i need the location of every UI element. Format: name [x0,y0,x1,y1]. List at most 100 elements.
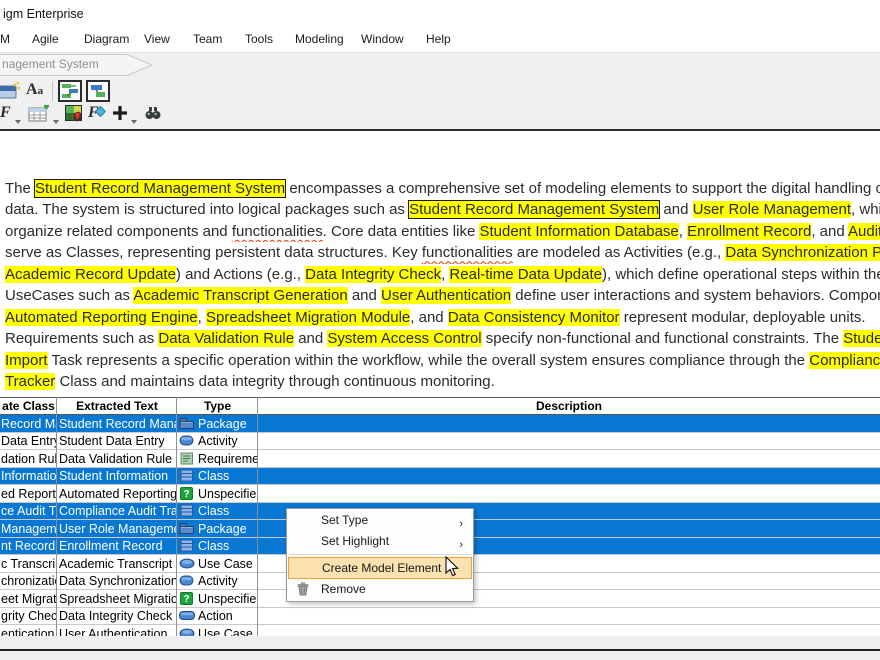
class-icon [179,469,198,483]
highlighted-term[interactable]: Academic Record Update [5,266,176,283]
type-cell: Package [179,522,257,537]
highlighted-term[interactable]: Spreadsheet Migration Module [206,309,410,326]
extracted-text-cell: Academic Transcript [59,557,176,572]
column-header-extracted-text[interactable]: Extracted Text [57,399,177,414]
type-cell: Class [179,504,257,519]
context-menu-item-set-type[interactable]: Set Type› [288,510,472,531]
highlighted-term[interactable]: Compliance Audit [809,352,880,369]
highlighted-term[interactable]: Data Synchronization Process [725,244,880,261]
menu-item-help[interactable]: Help [426,32,451,46]
add-element-icon[interactable] [112,105,128,126]
type-cell: Requirement [179,452,257,467]
paragraph-text: UseCases such as [5,287,133,304]
visual-paradigm-window: igm Enterprise M Agile Diagram View Team Tool… [0,0,880,660]
diagram-tab-label[interactable]: nagement System [2,57,99,71]
table-row[interactable]: dation RuleData Validation RuleRequireme… [0,450,880,468]
highlighted-term[interactable]: Audit Trail [848,223,880,240]
new-model-icon[interactable] [0,81,20,106]
highlighted-term[interactable]: Student Information Database [479,223,678,240]
highlighted-term[interactable]: Data Consistency Monitor [448,309,620,326]
add-element-dropdown-icon[interactable] [130,112,138,130]
highlighted-term[interactable]: User Role Management [693,201,851,218]
table-add-icon[interactable] [28,105,50,128]
type-label: Activity [198,434,238,448]
highlighted-term[interactable]: Import [5,352,48,369]
paragraph-text: ) and Actions (e.g., [176,266,305,283]
column-header-description[interactable]: Description [258,399,880,414]
context-menu-item-remove[interactable]: Remove [288,579,472,600]
table-row[interactable]: Data EntryStudent Data EntryActivity [0,433,880,451]
highlighted-term[interactable]: System Access Control [327,330,481,347]
paragraph-text: encompasses a comprehensive set of model… [285,180,880,197]
context-menu-item-set-highlight[interactable]: Set Highlight› [288,531,472,552]
find-icon[interactable] [144,105,162,126]
font-style-dropdown-icon[interactable] [14,112,22,130]
package-icon [179,522,198,536]
menu-item-m[interactable]: M [0,32,10,46]
paragraph-line: data. The system is structured into logi… [5,199,880,220]
action-icon [179,609,198,623]
extracted-text-cell: Data Integrity Check [59,609,176,624]
menu-item-window[interactable]: Window [361,32,404,46]
diagram-overview-icon[interactable] [86,80,110,107]
highlighted-term[interactable]: Academic Transcript Generation [133,287,347,304]
paragraph-line: Tracker Class and maintains data integri… [5,371,880,392]
table-row[interactable]: InformatioStudent InformationClass [0,468,880,486]
highlighted-term[interactable]: User Authentication [381,287,511,304]
extracted-text-cell: Student Information [59,469,176,484]
extracted-text-cell: Student Record Mana [59,417,176,432]
submenu-arrow-icon: › [459,535,463,556]
menu-item-modeling[interactable]: Modeling [295,32,344,46]
type-label: Class [198,504,229,518]
font-icon[interactable]: Aa [26,81,43,99]
extracted-text-cell: User Authentication [59,627,176,637]
type-cell: Action [179,609,257,624]
column-divider [176,397,177,636]
highlighted-term[interactable]: Student Data [843,330,880,347]
model-transitor-icon[interactable] [58,80,82,107]
candidate-class-cell: dation Rule [1,452,56,467]
table-row[interactable]: enticationUser AuthenticationUse Case [0,625,880,636]
paragraph-text: Requirements such as [5,330,158,347]
column-header-type[interactable]: Type [177,399,258,414]
highlighted-term[interactable]: Data Validation Rule [158,330,294,347]
title-bar: igm Enterprise [0,0,880,27]
column-header-ate-class[interactable]: ate Class [0,399,57,414]
requirement-icon [179,452,198,466]
paragraph-text: specify non-functional and functional co… [482,330,844,347]
highlighted-term[interactable]: Data Integrity Check [305,266,441,283]
paragraph-line: Automated Reporting Engine, Spreadsheet … [5,307,880,328]
table-row[interactable]: Record MaStudent Record ManaPackage [0,415,880,433]
type-cell: Package [179,417,257,432]
color-palette-icon[interactable] [64,104,84,128]
menu-item-tools[interactable]: Tools [245,32,273,46]
highlighted-term[interactable]: Real-time Data Update [449,266,602,283]
type-cell: ? Unspecified [179,487,257,502]
highlighted-term-selected[interactable]: Student Record Management System [409,201,659,218]
column-divider [56,397,57,636]
paragraph-line: serve as Classes, representing persisten… [5,242,880,263]
table-add-dropdown-icon[interactable] [52,112,60,130]
highlighted-term[interactable]: Automated Reporting Engine [5,309,198,326]
menu-bar: M Agile Diagram View Team Tools Modeling Window… [0,27,880,53]
table-row[interactable]: ed ReportiAutomated Reporting?Unspecifie… [0,485,880,503]
menu-item-team[interactable]: Team [193,32,222,46]
menu-item-view[interactable]: View [144,32,170,46]
column-divider [257,397,258,636]
font-style-icon[interactable]: F [0,104,11,122]
type-label: Use Case [198,627,253,637]
paragraph-text: represent modular, deployable units. [620,309,866,326]
type-label: Unspecified [198,487,257,501]
menu-item-agile[interactable]: Agile [32,32,59,46]
svg-text:?: ? [183,489,189,500]
menu-separator [289,554,471,555]
paragraph-text: . Core data entities like [323,223,480,240]
highlighted-term[interactable]: Enrollment Record [687,223,811,240]
extracted-text-cell: Data Validation Rule [59,452,176,467]
menu-item-diagram[interactable]: Diagram [84,32,129,46]
format-painter-icon[interactable]: F [88,104,106,122]
highlighted-term[interactable]: Tracker [5,373,55,390]
table-row[interactable]: grity ChecData Integrity CheckAction [0,608,880,626]
paragraph-line: UseCases such as Academic Transcript Gen… [5,285,880,306]
highlighted-term-selected[interactable]: Student Record Management System [35,180,285,197]
